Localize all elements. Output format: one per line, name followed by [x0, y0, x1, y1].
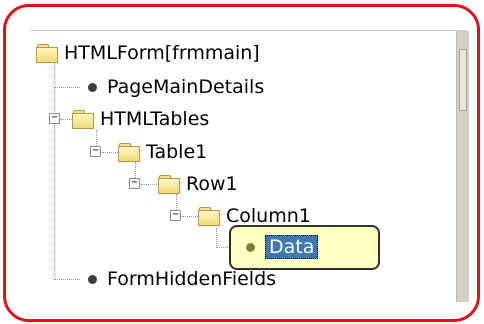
tree-connector — [216, 228, 217, 248]
collapse-toggle-column1[interactable]: − — [170, 210, 181, 221]
tree-node-label: PageMainDetails — [107, 76, 265, 98]
tree-connector — [102, 152, 118, 153]
tree-node-label: HTMLTables — [100, 108, 210, 130]
tree-connector — [60, 119, 72, 120]
bullet-icon — [246, 242, 255, 252]
tree-node-data[interactable]: Data — [246, 234, 319, 260]
tree-node-row1[interactable]: Row1 — [158, 171, 238, 197]
tree-connector — [54, 279, 80, 280]
collapse-toggle-table1[interactable]: − — [90, 146, 101, 157]
tree-node-htmltables[interactable]: HTMLTables — [72, 106, 209, 132]
tree-node-table1[interactable]: Table1 — [118, 139, 207, 165]
tree-node-htmlform[interactable]: HTMLForm[frmmain] — [36, 40, 260, 66]
tree-node-label: Row1 — [186, 173, 238, 195]
folder-icon — [198, 207, 220, 226]
tree-connector — [141, 184, 157, 185]
tree-node-label: FormHiddenFields — [107, 268, 277, 290]
folder-icon — [72, 110, 94, 129]
tree-node-label: HTMLForm[frmmain] — [64, 42, 260, 64]
scrollbar-thumb[interactable] — [459, 49, 467, 111]
tree-node-pagemaindetails[interactable]: PageMainDetails — [88, 74, 264, 100]
folder-icon — [158, 175, 180, 194]
tree-node-label: Table1 — [146, 141, 208, 163]
collapse-toggle-htmltables[interactable]: − — [49, 113, 60, 124]
bullet-icon — [88, 82, 97, 92]
tree-connector — [182, 216, 198, 217]
tree-node-formhiddenfields[interactable]: FormHiddenFields — [88, 266, 276, 292]
tree-connector — [54, 87, 80, 88]
tree-node-label-selected: Data — [265, 235, 319, 259]
tree-connector — [54, 60, 55, 280]
folder-icon — [118, 143, 140, 162]
tree-node-column1[interactable]: Column1 — [198, 203, 311, 229]
bullet-icon — [88, 274, 97, 284]
tree-node-label: Column1 — [226, 205, 311, 227]
vertical-scrollbar[interactable] — [456, 31, 469, 302]
collapse-toggle-row1[interactable]: − — [129, 178, 140, 189]
folder-icon — [36, 44, 58, 63]
